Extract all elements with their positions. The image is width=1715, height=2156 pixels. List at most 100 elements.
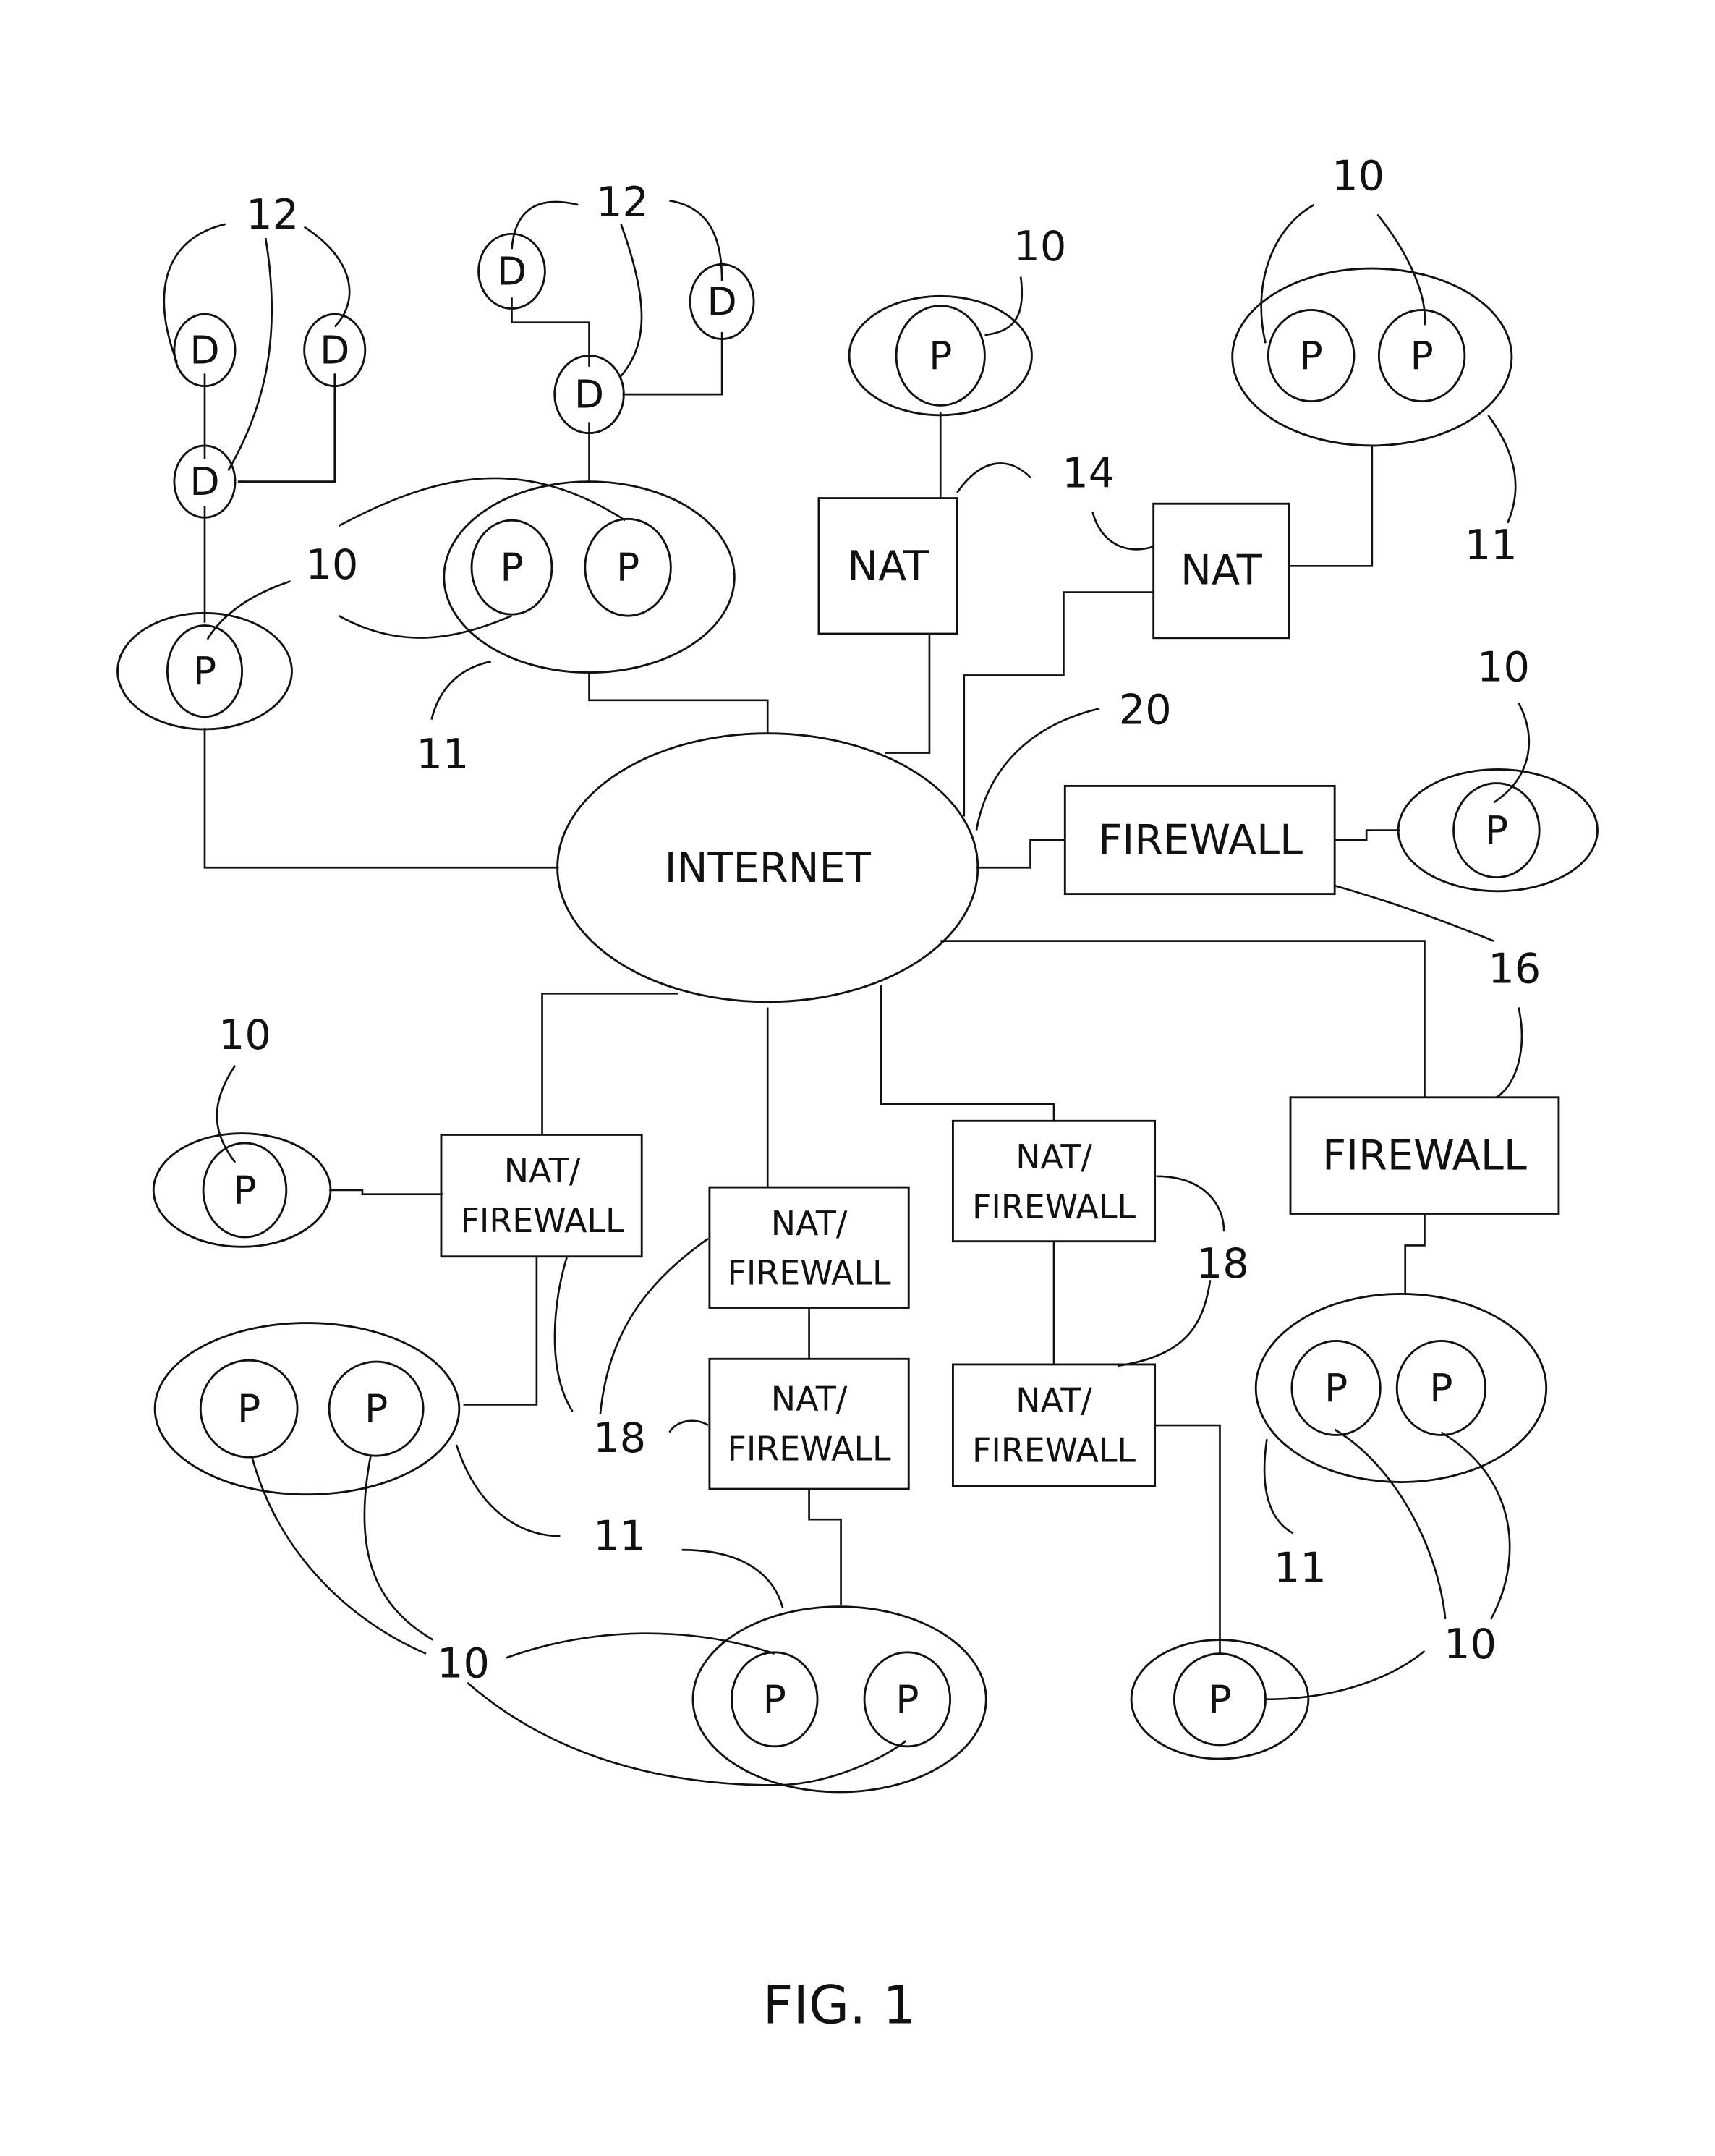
link	[588, 671, 769, 734]
peer-node[interactable]: P	[863, 1651, 952, 1748]
link	[1289, 445, 1374, 567]
link	[622, 332, 723, 396]
peer-node[interactable]: P	[1267, 309, 1356, 403]
svg-text:FIREWALL: FIREWALL	[972, 1431, 1136, 1470]
leader	[511, 200, 579, 250]
peer-group[interactable]: P P	[443, 480, 736, 674]
peer-node[interactable]: P	[731, 1651, 819, 1748]
peer-group[interactable]: P	[116, 611, 293, 731]
peer-node[interactable]: P	[1290, 1339, 1382, 1436]
firewall-box[interactable]: FIREWALL	[1289, 1096, 1560, 1215]
peer-node[interactable]: P	[895, 305, 986, 407]
peer-node[interactable]: P	[1173, 1652, 1267, 1747]
leader	[553, 1256, 574, 1412]
ref-10: 10	[1013, 222, 1066, 271]
leader	[455, 1444, 561, 1537]
peer-node[interactable]: P	[166, 624, 244, 718]
svg-text:NAT/: NAT/	[1016, 1137, 1092, 1176]
peer-node[interactable]: P	[1377, 309, 1466, 403]
nat-firewall-box[interactable]: NAT/ FIREWALL	[708, 1186, 910, 1309]
svg-text:FIREWALL: FIREWALL	[972, 1187, 1136, 1226]
svg-text:P: P	[500, 545, 523, 590]
svg-text:D: D	[190, 459, 219, 504]
link	[1404, 1215, 1426, 1294]
svg-text:NAT/: NAT/	[504, 1151, 581, 1190]
leader	[1117, 1280, 1212, 1367]
link	[511, 297, 590, 367]
svg-text:P: P	[1300, 333, 1323, 378]
nat-firewall-box[interactable]: NAT/ FIREWALL	[952, 1119, 1157, 1243]
svg-text:NAT/: NAT/	[771, 1204, 848, 1243]
leader	[506, 1632, 775, 1659]
leader	[1493, 703, 1531, 804]
nat-box[interactable]: NAT	[1152, 502, 1290, 640]
leader	[430, 660, 492, 720]
peer-node[interactable]: P	[199, 1359, 299, 1459]
peer-group[interactable]: P	[152, 1132, 332, 1248]
internet-cloud[interactable]: INTERNET	[556, 732, 979, 1003]
link	[976, 839, 1065, 869]
figure-caption: FIG. 1	[763, 1975, 916, 2036]
link	[463, 1256, 538, 1406]
svg-text:P: P	[193, 648, 216, 694]
link	[940, 940, 1426, 1098]
peer-group[interactable]: P	[1397, 768, 1599, 893]
link	[329, 1189, 443, 1196]
ref-10: 10	[1444, 1620, 1497, 1668]
link	[808, 1489, 842, 1605]
nat-firewall-box[interactable]: NAT/ FIREWALL	[440, 1133, 643, 1258]
ref-12: 12	[596, 178, 649, 226]
svg-text:D: D	[190, 327, 219, 373]
svg-text:P: P	[365, 1386, 388, 1432]
svg-text:FIREWALL: FIREWALL	[728, 1430, 892, 1469]
device-node[interactable]: D	[553, 355, 625, 435]
leader	[1334, 884, 1494, 942]
leader	[975, 708, 1100, 831]
peer-node[interactable]: P	[328, 1360, 425, 1457]
ref-20: 20	[1119, 686, 1172, 734]
svg-text:FIREWALL: FIREWALL	[1098, 816, 1303, 865]
ref-11: 11	[1274, 1544, 1327, 1592]
svg-text:D: D	[320, 327, 349, 373]
peer-node[interactable]: P	[202, 1142, 288, 1239]
ref-18: 18	[593, 1414, 646, 1462]
svg-text:P: P	[1485, 807, 1508, 853]
link	[203, 728, 559, 869]
nat-firewall-box[interactable]: NAT/ FIREWALL	[708, 1357, 910, 1490]
link	[541, 992, 678, 1135]
svg-text:P: P	[1208, 1676, 1231, 1722]
leader	[599, 1237, 709, 1414]
peer-group[interactable]: P P	[691, 1605, 987, 1794]
leader	[363, 1455, 434, 1641]
ref-10: 10	[218, 1011, 271, 1059]
svg-text:P: P	[233, 1167, 256, 1213]
peer-group[interactable]: P P	[1254, 1292, 1548, 1483]
peer-group[interactable]: P	[848, 294, 1033, 417]
svg-text:D: D	[497, 248, 527, 294]
link	[880, 985, 1055, 1121]
leader	[338, 477, 626, 527]
ref-11: 11	[1465, 521, 1518, 569]
nat-firewall-box[interactable]: NAT/ FIREWALL	[952, 1363, 1157, 1487]
leader	[206, 580, 291, 640]
leader	[250, 1455, 427, 1655]
peer-node[interactable]: P	[470, 519, 553, 616]
leader	[1260, 203, 1315, 344]
peer-group[interactable]: P P	[153, 1322, 461, 1496]
peer-node[interactable]: P	[1452, 782, 1541, 879]
leader	[1334, 1428, 1447, 1620]
svg-text:P: P	[616, 545, 639, 590]
leader	[956, 462, 1031, 493]
ref-18: 18	[1196, 1239, 1249, 1288]
svg-text:P: P	[1429, 1365, 1452, 1411]
nat-box[interactable]: NAT	[817, 497, 958, 635]
peer-node[interactable]: P	[584, 517, 672, 617]
svg-text:NAT/: NAT/	[771, 1380, 848, 1419]
firewall-box[interactable]: FIREWALL	[1063, 784, 1336, 896]
peer-node[interactable]: P	[1395, 1339, 1487, 1436]
peer-group[interactable]: P P	[1231, 267, 1513, 447]
ref-10: 10	[437, 1639, 490, 1688]
ref-10: 10	[1332, 151, 1384, 200]
leader	[1487, 415, 1517, 524]
svg-text:P: P	[895, 1676, 919, 1722]
